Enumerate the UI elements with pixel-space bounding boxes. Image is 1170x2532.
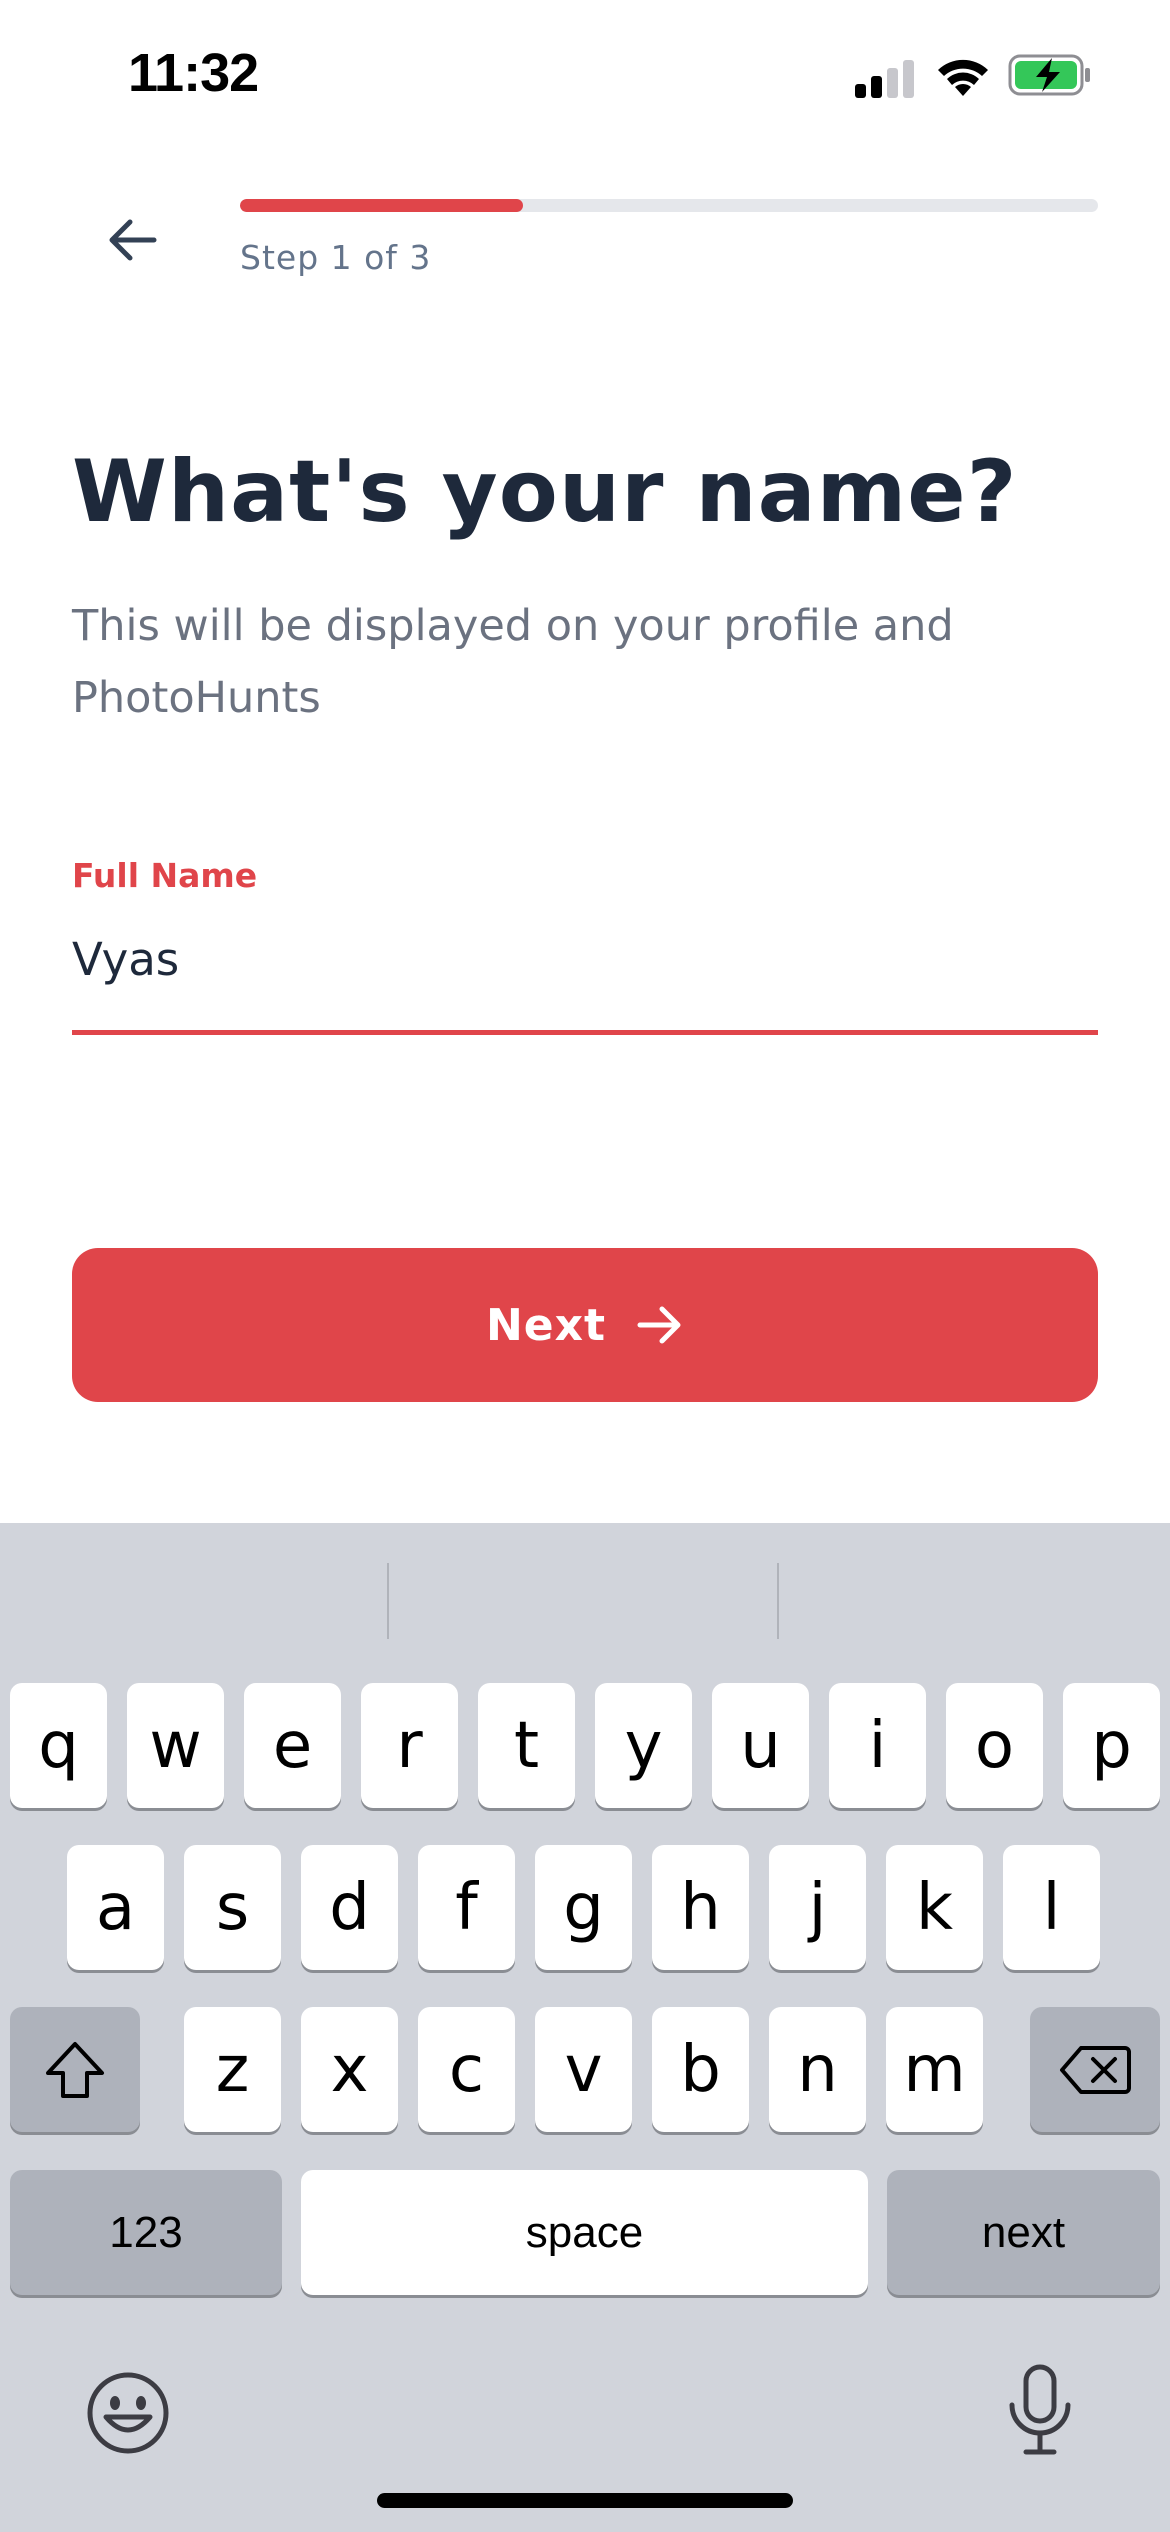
microphone-icon [1009, 2364, 1071, 2455]
next-button[interactable]: Next [72, 1248, 1098, 1402]
status-bar: 11:32 [0, 0, 1170, 150]
key-c[interactable]: c [418, 2007, 515, 2132]
page-title: What's your name? [72, 442, 1018, 542]
key-r[interactable]: r [361, 1683, 458, 1808]
back-button[interactable] [92, 200, 172, 280]
key-o[interactable]: o [946, 1683, 1043, 1808]
space-key[interactable]: space [301, 2170, 868, 2295]
key-u[interactable]: u [712, 1683, 809, 1808]
wifi-icon [938, 59, 988, 96]
delete-key[interactable] [1030, 2007, 1160, 2132]
key-b[interactable]: b [652, 2007, 749, 2132]
shift-key[interactable] [10, 2007, 140, 2132]
key-l[interactable]: l [1003, 1845, 1100, 1970]
return-key[interactable]: next [887, 2170, 1160, 2295]
key-s[interactable]: s [184, 1845, 281, 1970]
key-g[interactable]: g [535, 1845, 632, 1970]
key-v[interactable]: v [535, 2007, 632, 2132]
arrow-right-icon [637, 1306, 681, 1344]
status-time: 11:32 [128, 43, 259, 103]
onscreen-keyboard: qwertyuiop asdfghjkl zxcvbnm 123 space n… [0, 1523, 1170, 2532]
page-subtitle: This will be displayed on your profile a… [72, 601, 954, 723]
full-name-label: Full Name [72, 856, 258, 895]
progress-fill [240, 199, 524, 212]
key-a[interactable]: a [67, 1845, 164, 1970]
full-name-field: Full Name [72, 850, 1098, 1036]
key-y[interactable]: y [595, 1683, 692, 1808]
key-e[interactable]: e [244, 1683, 341, 1808]
key-n[interactable]: n [769, 2007, 866, 2132]
suggestion-divider [777, 1563, 779, 1639]
home-indicator [377, 2493, 793, 2508]
key-h[interactable]: h [652, 1845, 749, 1970]
key-p[interactable]: p [1063, 1683, 1160, 1808]
cellular-signal-icon [855, 58, 915, 98]
arrow-left-icon [109, 219, 157, 261]
progress-bar [240, 199, 1098, 212]
suggestion-divider [387, 1563, 389, 1639]
key-t[interactable]: t [478, 1683, 575, 1808]
dictation-button[interactable] [1004, 2363, 1076, 2457]
key-j[interactable]: j [769, 1845, 866, 1970]
key-k[interactable]: k [886, 1845, 983, 1970]
key-x[interactable]: x [301, 2007, 398, 2132]
emoji-button[interactable] [84, 2369, 172, 2457]
numbers-key[interactable]: 123 [10, 2170, 282, 2295]
shift-icon [46, 2041, 104, 2098]
step-indicator: Step 1 of 3 [240, 238, 432, 277]
key-q[interactable]: q [10, 1683, 107, 1808]
backspace-icon [1060, 2045, 1131, 2094]
key-z[interactable]: z [184, 2007, 281, 2132]
input-underline [72, 1030, 1098, 1035]
full-name-input[interactable] [72, 914, 1098, 1004]
next-button-label: Next [485, 1299, 607, 1351]
emoji-icon [87, 2372, 169, 2454]
key-w[interactable]: w [127, 1683, 224, 1808]
battery-charging-icon [1008, 54, 1090, 96]
key-i[interactable]: i [829, 1683, 926, 1808]
key-d[interactable]: d [301, 1845, 398, 1970]
key-f[interactable]: f [418, 1845, 515, 1970]
key-m[interactable]: m [886, 2007, 983, 2132]
